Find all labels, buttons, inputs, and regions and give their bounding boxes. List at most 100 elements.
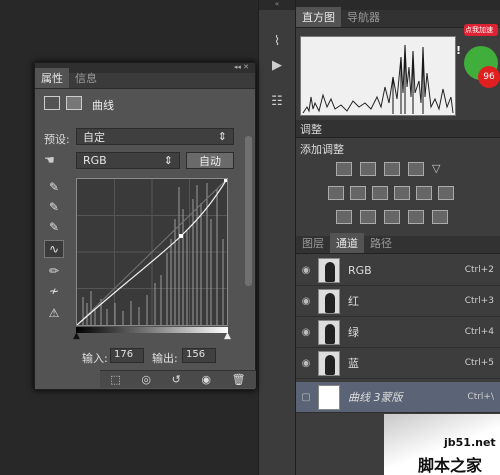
tab-histogram[interactable]: 直方图 <box>296 7 341 27</box>
properties-title: 曲线 <box>92 99 114 112</box>
curve-tool-icon[interactable]: ⌇ <box>264 30 290 52</box>
channel-name: 红 <box>348 295 359 308</box>
visibility-eye-icon[interactable]: ◉ <box>296 358 316 369</box>
play-icon[interactable]: ▶ <box>264 54 290 76</box>
watermark-brand: 脚本之家 <box>418 456 483 475</box>
curves-adjustment-icon[interactable] <box>44 96 60 110</box>
adjustments-row-1: ▽ <box>336 162 448 176</box>
clipping-warning-icon[interactable]: ⚠ <box>44 304 64 322</box>
channel-shortcut: Ctrl+3 <box>464 296 494 306</box>
visibility-eye-icon[interactable]: ◉ <box>201 373 211 386</box>
tab-properties[interactable]: 属性 <box>35 68 69 88</box>
adjustments-row-2 <box>328 186 454 200</box>
invert-icon[interactable] <box>336 210 352 224</box>
delete-icon[interactable]: 🗑 <box>232 373 246 386</box>
tab-info[interactable]: 信息 <box>69 68 103 88</box>
tab-adjustments[interactable]: 调整 <box>300 121 322 137</box>
ad-badge-label: 点我加速 <box>464 24 498 36</box>
pencil-icon[interactable]: ✏ <box>44 262 64 280</box>
layers-tab-row: 图层 通道 路径 <box>296 233 500 254</box>
curve-svg <box>76 178 228 326</box>
visibility-eye-icon[interactable]: ◉ <box>296 265 316 276</box>
gradient-map-icon[interactable]: ▽ <box>432 162 448 176</box>
channel-thumbnail <box>318 319 340 345</box>
black-eyedropper-icon[interactable]: ✎ <box>44 178 64 196</box>
watermark-site: jb51.net <box>444 436 496 449</box>
channel-row-curves-mask[interactable]: ▢ 曲线 3蒙版 Ctrl+\ <box>296 382 500 413</box>
threshold-icon[interactable] <box>384 210 400 224</box>
channel-value: RGB <box>83 154 107 167</box>
properties-scrollbar[interactable] <box>245 136 252 286</box>
black-point-slider[interactable]: ▲ <box>73 331 80 341</box>
visibility-checkbox[interactable]: ▢ <box>296 392 316 403</box>
tab-layers[interactable]: 图层 <box>296 233 330 253</box>
clip-to-layer-icon[interactable]: ⬚ <box>110 373 120 386</box>
tab-navigator[interactable]: 导航器 <box>341 7 386 27</box>
channel-shortcut: Ctrl+5 <box>464 358 494 368</box>
gradient-icon[interactable] <box>432 210 448 224</box>
vibrance-icon[interactable] <box>328 186 344 200</box>
auto-button[interactable]: 自动 <box>186 152 234 169</box>
hand-target-icon[interactable]: ☚ <box>44 153 55 167</box>
posterize-icon[interactable] <box>360 210 376 224</box>
channel-shortcut: Ctrl+4 <box>464 327 494 337</box>
dock-collapse-arrows[interactable]: « <box>259 0 295 10</box>
channel-row-blue[interactable]: ◉ 蓝 Ctrl+5 <box>296 348 500 379</box>
channel-name: 蓝 <box>348 357 359 370</box>
channel-shortcut: Ctrl+2 <box>464 265 494 275</box>
chevron-down-icon: ⇕ <box>217 130 227 143</box>
layers-tool-icon[interactable]: ☷ <box>264 90 290 112</box>
output-field[interactable]: 156 <box>182 348 216 363</box>
exposure-icon[interactable] <box>408 162 424 176</box>
tab-channels[interactable]: 通道 <box>330 233 364 253</box>
gradient-bar <box>76 327 228 333</box>
channel-mixer-icon[interactable] <box>416 186 432 200</box>
output-label: 输出: <box>152 352 178 365</box>
gray-eyedropper-icon[interactable]: ✎ <box>44 198 64 216</box>
brightness-icon[interactable] <box>336 162 352 176</box>
histogram-warning-icon[interactable]: ! <box>456 44 461 57</box>
photo-filter-icon[interactable] <box>394 186 410 200</box>
black-white-icon[interactable] <box>372 186 388 200</box>
ad-percent-badge: 96 <box>478 66 500 88</box>
mask-thumbnail <box>318 384 340 410</box>
channel-shortcut: Ctrl+\ <box>467 392 494 402</box>
preset-label: 预设: <box>44 133 70 146</box>
visibility-eye-icon[interactable]: ◉ <box>296 296 316 307</box>
white-eyedropper-icon[interactable]: ✎ <box>44 218 64 236</box>
color-balance-icon[interactable] <box>350 186 366 200</box>
preset-value: 自定 <box>83 130 105 144</box>
channel-row-green[interactable]: ◉ 绿 Ctrl+4 <box>296 317 500 348</box>
ad-badge[interactable]: 点我加速 96 <box>464 24 500 104</box>
properties-bottom-bar: ⬚ ◎ ↺ ◉ 🗑 <box>100 370 256 388</box>
levels-icon[interactable] <box>360 162 376 176</box>
channel-select[interactable]: RGB ⇕ <box>76 152 180 169</box>
channel-row-red[interactable]: ◉ 红 Ctrl+3 <box>296 286 500 317</box>
adjustments-title: 添加调整 <box>300 143 344 156</box>
curve-edit-icon[interactable]: ∿ <box>44 240 64 258</box>
input-field[interactable]: 176 <box>110 348 144 363</box>
properties-tab-row: 属性 信息 <box>35 68 255 89</box>
curve-graph[interactable] <box>76 178 228 326</box>
channel-thumbnail <box>318 257 340 283</box>
adjustments-row-3 <box>336 210 448 224</box>
reset-icon[interactable]: ↺ <box>172 373 181 386</box>
adjustments-tab-row: 调整 <box>296 120 500 138</box>
white-point-slider[interactable]: ▲ <box>224 331 231 341</box>
preset-select[interactable]: 自定 ⇕ <box>76 128 234 145</box>
color-lookup-icon[interactable] <box>438 186 454 200</box>
smooth-icon[interactable]: ≁ <box>44 282 64 300</box>
histogram-graph <box>302 44 454 114</box>
channel-thumbnail <box>318 350 340 376</box>
selective-color-icon[interactable] <box>408 210 424 224</box>
mask-icon[interactable] <box>66 96 82 110</box>
curves-icon[interactable] <box>384 162 400 176</box>
channel-row-rgb[interactable]: ◉ RGB Ctrl+2 <box>296 255 500 286</box>
collapse-icon[interactable]: ◂◂ ✕ <box>234 63 249 73</box>
visibility-eye-icon[interactable]: ◉ <box>296 327 316 338</box>
histogram-view <box>300 36 456 116</box>
channel-name: RGB <box>348 263 372 277</box>
view-previous-icon[interactable]: ◎ <box>141 373 151 386</box>
channel-name: 曲线 3蒙版 <box>348 391 403 404</box>
tab-paths[interactable]: 路径 <box>364 233 398 253</box>
